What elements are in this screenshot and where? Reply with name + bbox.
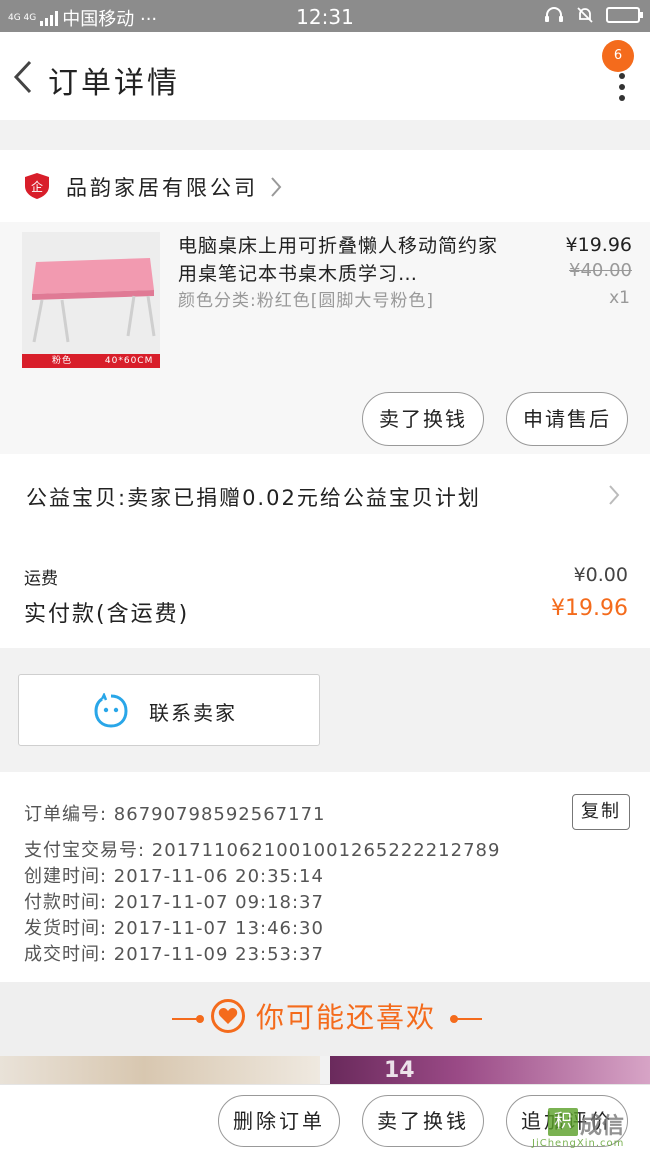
sell-back-button[interactable]: 卖了换钱: [362, 1095, 484, 1147]
order-info-section: 订单编号: 86790798592567171 复制 支付宝交易号: 20171…: [0, 772, 650, 982]
paid-value: ¥19.96: [551, 596, 628, 621]
watermark-logo: 积 成信 JiChengXin.com: [526, 1108, 644, 1150]
product-quantity: x1: [609, 288, 630, 308]
product-title[interactable]: 电脑桌床上用可折叠懒人移动简约家用桌笔记本书桌木质学习…: [178, 232, 508, 288]
heart-icon: [211, 999, 245, 1033]
recommend-item-image[interactable]: 14: [330, 1056, 650, 1086]
battery-icon: [606, 7, 643, 23]
product-original-price: ¥40.00: [569, 260, 632, 281]
product-attributes: 颜色分类:粉红色[圆脚大号粉色]: [178, 291, 434, 311]
product-image-caption: 粉色 40*60CM: [22, 354, 160, 368]
product-price: ¥19.96: [565, 234, 632, 256]
watermark-text: 成信: [580, 1114, 625, 1139]
recommend-image-text: 14: [384, 1058, 415, 1083]
shop-name: 品韵家居有限公司: [66, 176, 258, 200]
charity-text: 公益宝贝:卖家已捐赠0.02元给公益宝贝计划: [26, 486, 481, 510]
shop-logo-icon: 企: [25, 173, 49, 199]
divider-dot: [196, 1015, 204, 1023]
charity-row[interactable]: 公益宝贝:卖家已捐赠0.02元给公益宝贝计划: [0, 454, 650, 538]
mute-bell-icon: [577, 7, 593, 23]
product-card: 粉色 40*60CM 电脑桌床上用可折叠懒人移动简约家用桌笔记本书桌木质学习… …: [0, 222, 650, 454]
shop-row[interactable]: 企 品韵家居有限公司: [0, 150, 650, 222]
status-bar: 4G 4G 中国移动 ··· 12:31: [0, 0, 650, 32]
totals-section: 运费 ¥0.00 实付款(含运费) ¥19.96: [0, 538, 650, 648]
created-time: 创建时间: 2017-11-06 20:35:14: [24, 866, 324, 887]
chevron-right-icon: [609, 485, 620, 505]
shop-logo-text: 企: [31, 179, 43, 194]
chevron-right-icon: [271, 177, 282, 197]
divider-line: [172, 1018, 198, 1020]
delete-order-button[interactable]: 删除订单: [218, 1095, 340, 1147]
recommend-header: 你可能还喜欢: [0, 982, 650, 1056]
alipay-trade-number: 支付宝交易号: 2017110621001001265222212789: [24, 840, 501, 861]
paid-label: 实付款(含运费): [24, 602, 190, 627]
page-title: 订单详情: [48, 66, 180, 101]
recommend-item-image[interactable]: [0, 1056, 320, 1086]
contact-seller-label: 联系卖家: [149, 701, 237, 725]
status-icons: [544, 6, 643, 24]
paid-time: 付款时间: 2017-11-07 09:18:37: [24, 892, 324, 913]
headset-icon: [545, 7, 563, 22]
order-number: 订单编号: 86790798592567171: [24, 804, 326, 825]
chat-bubble-icon: [94, 693, 128, 728]
product-image[interactable]: 粉色 40*60CM: [22, 232, 160, 368]
completed-time: 成交时间: 2017-11-09 23:53:37: [24, 944, 324, 965]
back-chevron-icon[interactable]: [10, 58, 44, 96]
watermark-box: 积: [548, 1108, 578, 1136]
more-menu-button[interactable]: [616, 68, 628, 124]
divider-line: [456, 1018, 482, 1020]
watermark-url: JiChengXin.com: [532, 1138, 625, 1149]
after-sales-button[interactable]: 申请售后: [506, 392, 628, 446]
notification-badge: 6: [602, 40, 634, 72]
nav-bar: 订单详情 6: [0, 32, 650, 120]
copy-button[interactable]: 复制: [572, 794, 630, 830]
shipping-value: ¥0.00: [573, 564, 628, 586]
shipping-label: 运费: [24, 569, 58, 589]
shipped-time: 发货时间: 2017-11-07 13:46:30: [24, 918, 324, 939]
sell-back-button[interactable]: 卖了换钱: [362, 392, 484, 446]
recommend-title: 你可能还喜欢: [256, 1001, 437, 1034]
table-illustration: [22, 232, 160, 354]
contact-seller-button[interactable]: 联系卖家: [18, 674, 320, 746]
